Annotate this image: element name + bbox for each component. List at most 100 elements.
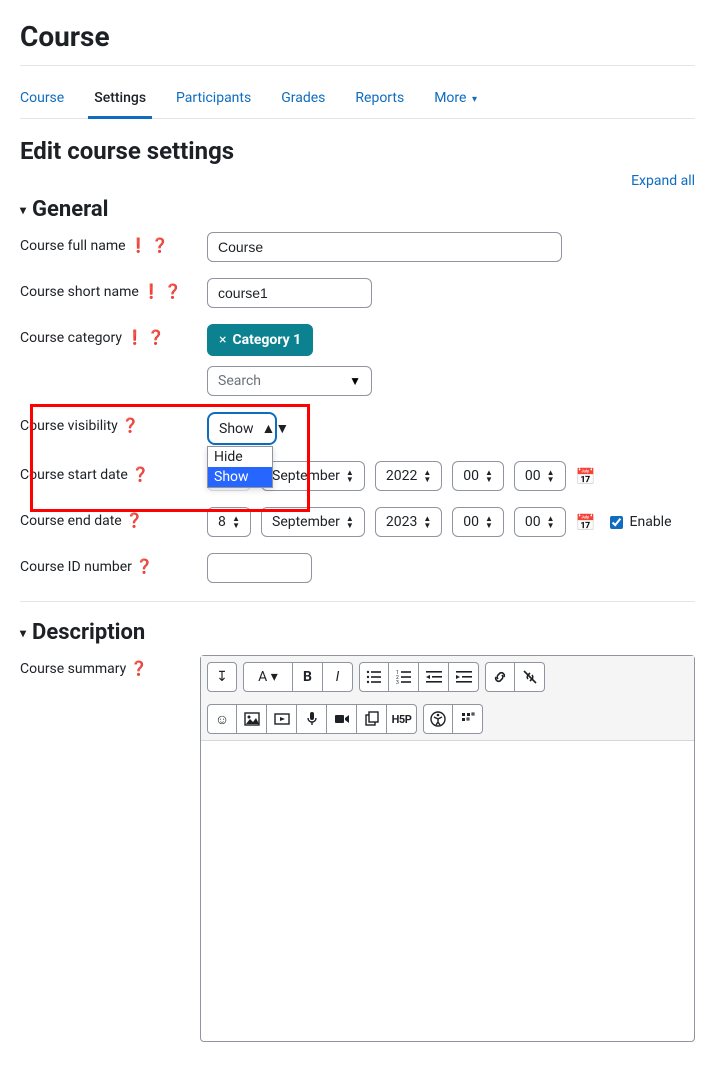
fullname-input[interactable] bbox=[207, 232, 562, 262]
idnumber-label: Course ID number bbox=[20, 559, 132, 575]
enddate-year-select[interactable]: 2023 ▲▼ bbox=[375, 507, 442, 537]
spinner-icon: ▲▼ bbox=[232, 515, 240, 529]
help-icon[interactable]: ❓ bbox=[136, 560, 153, 574]
enddate-hour-select[interactable]: 00 ▲▼ bbox=[452, 507, 504, 537]
visibility-dropdown: Hide Show bbox=[207, 446, 273, 488]
spinner-icon: ▲▼ bbox=[485, 515, 493, 529]
editor-link-icon[interactable] bbox=[485, 662, 515, 692]
editor-accessibility-icon[interactable] bbox=[423, 704, 453, 734]
close-icon[interactable]: × bbox=[219, 332, 226, 348]
fullname-label: Course full name bbox=[20, 238, 126, 254]
editor-ol-icon[interactable]: 123 bbox=[389, 662, 419, 692]
chevron-down-icon: ▾ bbox=[20, 203, 26, 217]
editor-indent-icon[interactable] bbox=[449, 662, 479, 692]
editor-emoji-icon[interactable]: ☺ bbox=[207, 704, 237, 734]
page-heading: Edit course settings bbox=[20, 137, 695, 165]
help-icon[interactable]: ❓ bbox=[126, 514, 143, 528]
tab-reports[interactable]: Reports bbox=[355, 78, 404, 118]
editor-image-icon[interactable] bbox=[237, 704, 267, 734]
chevron-down-icon: ▾ bbox=[472, 94, 477, 105]
startdate-year-select[interactable]: 2022 ▲▼ bbox=[375, 461, 442, 491]
calendar-icon[interactable]: 📅 bbox=[576, 513, 596, 532]
category-label: Course category bbox=[20, 330, 122, 346]
calendar-icon[interactable]: 📅 bbox=[576, 467, 596, 486]
category-search-placeholder: Search bbox=[218, 373, 261, 389]
enddate-hour-value: 00 bbox=[463, 514, 479, 530]
help-icon[interactable]: ❓ bbox=[130, 662, 147, 676]
spinner-icon: ▲▼ bbox=[423, 515, 431, 529]
editor-record-icon[interactable] bbox=[327, 704, 357, 734]
required-icon: ❗ bbox=[143, 285, 160, 299]
editor-outdent-icon[interactable] bbox=[419, 662, 449, 692]
enddate-enable-input[interactable] bbox=[610, 516, 623, 529]
visibility-option-show[interactable]: Show bbox=[208, 467, 272, 487]
startdate-hour-select[interactable]: 00 ▲▼ bbox=[452, 461, 504, 491]
tab-participants[interactable]: Participants bbox=[176, 78, 251, 118]
section-description-toggle[interactable]: ▾ Description bbox=[20, 620, 695, 645]
editor-toggle-icon[interactable]: ↧ bbox=[207, 662, 237, 692]
editor-mic-icon[interactable] bbox=[297, 704, 327, 734]
tab-more-label: More bbox=[434, 90, 466, 106]
course-tabs: Course Settings Participants Grades Repo… bbox=[20, 78, 695, 119]
editor-grid-icon[interactable] bbox=[453, 704, 483, 734]
enddate-minute-value: 00 bbox=[525, 514, 541, 530]
visibility-select[interactable]: Show ▲▼ bbox=[207, 412, 277, 445]
section-description-label: Description bbox=[32, 620, 145, 645]
editor-unlink-icon[interactable] bbox=[515, 662, 545, 692]
summary-editor-body[interactable] bbox=[201, 741, 694, 1041]
editor-files-icon[interactable] bbox=[357, 704, 387, 734]
help-icon[interactable]: ❓ bbox=[132, 468, 149, 482]
startdate-minute-select[interactable]: 00 ▲▼ bbox=[514, 461, 566, 491]
divider bbox=[20, 601, 695, 602]
editor-italic-icon[interactable]: I bbox=[323, 662, 353, 692]
idnumber-input[interactable] bbox=[207, 553, 312, 583]
tab-more[interactable]: More ▾ bbox=[434, 78, 477, 118]
svg-text:3: 3 bbox=[396, 680, 399, 685]
startdate-month-select[interactable]: September ▲▼ bbox=[261, 461, 365, 491]
startdate-minute-value: 00 bbox=[525, 468, 541, 484]
category-chip[interactable]: × Category 1 bbox=[207, 324, 313, 356]
editor-h5p-icon[interactable]: H5P bbox=[387, 704, 417, 734]
spinner-icon: ▲▼ bbox=[262, 420, 290, 437]
section-general-toggle[interactable]: ▾ General bbox=[20, 197, 695, 222]
editor-bold-icon[interactable]: B bbox=[293, 662, 323, 692]
tab-grades[interactable]: Grades bbox=[281, 78, 325, 118]
visibility-label: Course visibility bbox=[20, 418, 118, 434]
spinner-icon: ▲▼ bbox=[547, 469, 555, 483]
expand-all-link[interactable]: Expand all bbox=[20, 173, 695, 189]
editor-paragraph-icon[interactable]: A ▾ bbox=[243, 662, 293, 692]
enddate-month-select[interactable]: September ▲▼ bbox=[261, 507, 365, 537]
help-icon[interactable]: ❓ bbox=[147, 331, 164, 345]
tab-course[interactable]: Course bbox=[20, 78, 64, 118]
tab-settings[interactable]: Settings bbox=[94, 78, 146, 118]
enddate-minute-select[interactable]: 00 ▲▼ bbox=[514, 507, 566, 537]
spinner-icon: ▲▼ bbox=[485, 469, 493, 483]
dropdown-icon: ▼ bbox=[349, 374, 361, 388]
summary-label: Course summary bbox=[20, 661, 126, 677]
help-icon[interactable]: ❓ bbox=[122, 419, 139, 433]
spinner-icon: ▲▼ bbox=[423, 469, 431, 483]
enddate-enable-checkbox[interactable]: Enable bbox=[606, 513, 672, 532]
page-title: Course bbox=[20, 20, 695, 66]
visibility-selected: Show bbox=[219, 421, 254, 437]
editor-ul-icon[interactable] bbox=[359, 662, 389, 692]
startdate-month-value: September bbox=[272, 468, 340, 484]
enddate-enable-label: Enable bbox=[630, 514, 672, 530]
startdate-label: Course start date bbox=[20, 467, 128, 483]
enddate-year-value: 2023 bbox=[386, 514, 417, 530]
visibility-option-hide[interactable]: Hide bbox=[208, 447, 272, 467]
startdate-hour-value: 00 bbox=[463, 468, 479, 484]
help-icon[interactable]: ❓ bbox=[151, 239, 168, 253]
required-icon: ❗ bbox=[130, 239, 147, 253]
help-icon[interactable]: ❓ bbox=[164, 285, 181, 299]
spinner-icon: ▲▼ bbox=[346, 515, 354, 529]
shortname-input[interactable] bbox=[207, 278, 372, 308]
enddate-day-value: 8 bbox=[218, 514, 226, 530]
enddate-day-select[interactable]: 8 ▲▼ bbox=[207, 507, 251, 537]
category-search[interactable]: Search ▼ bbox=[207, 366, 372, 396]
chevron-down-icon: ▾ bbox=[20, 626, 26, 640]
editor-toolbar: ↧ A ▾ B I 123 bbox=[201, 656, 694, 741]
startdate-year-value: 2022 bbox=[386, 468, 417, 484]
spinner-icon: ▲▼ bbox=[346, 469, 354, 483]
editor-media-icon[interactable] bbox=[267, 704, 297, 734]
